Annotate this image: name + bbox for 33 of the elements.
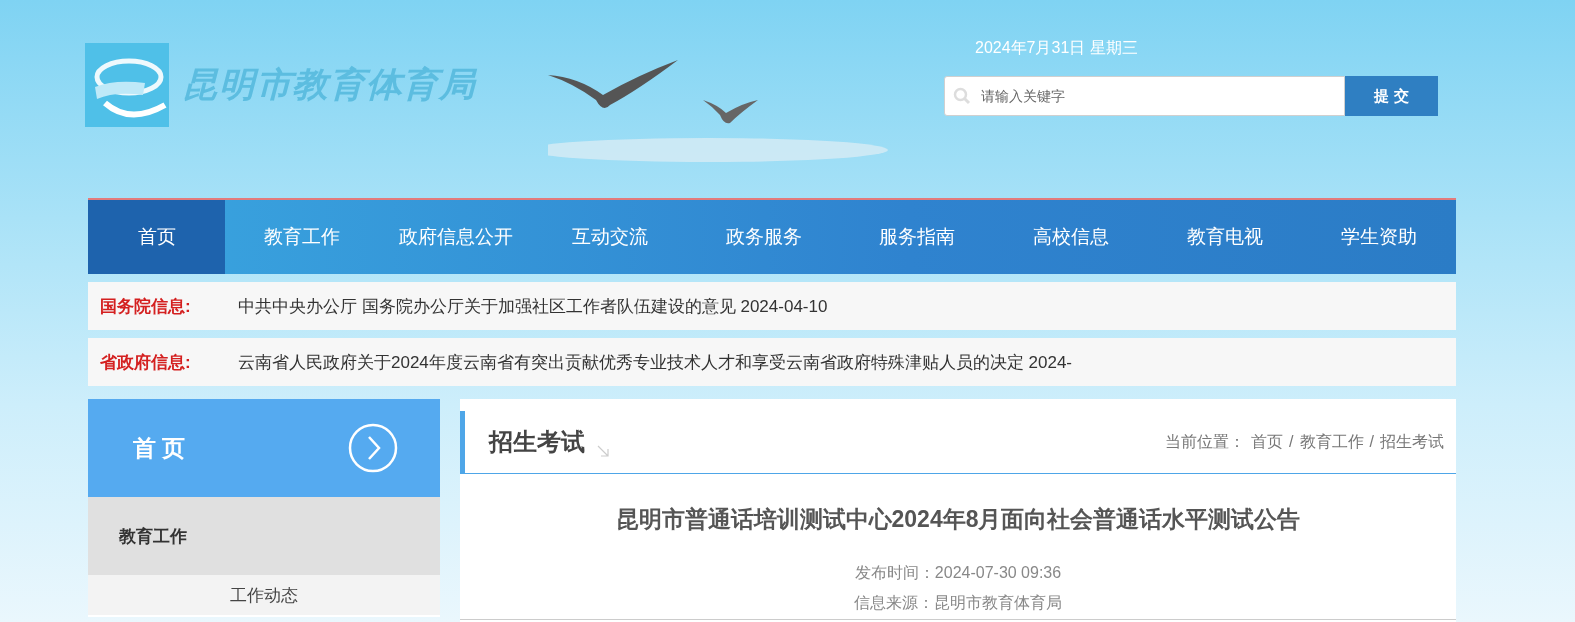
article-meta: 信息来源：昆明市教育体育局 [853,593,1063,613]
nav-tab[interactable]: 首页 [88,200,225,274]
article-title: 昆明市普通话培训测试中心2024年8月面向社会普通话水平测试公告 [614,505,1302,534]
date-text: 2024年7月31日 星期三 [975,38,1138,58]
sidebar-section: 教育工作 [88,497,440,575]
search-field[interactable]: 请输入关键字 [944,76,1345,116]
nav-tab[interactable]: 互动交流 [532,200,687,274]
nav-tab[interactable]: 高校信息 [994,200,1149,274]
breadcrumb-separator: / [1369,433,1374,451]
breadcrumb-separator: / [1289,433,1294,451]
notice-link[interactable]: 云南省人民政府关于2024年度云南省有突出贡献优秀专业技术人才和享受云南省政府特殊津贴人员的决定 2024- [238,350,1073,374]
breadcrumb-label: 当前位置： [1165,431,1246,452]
nav-tab[interactable]: 政务服务 [686,200,841,274]
nav-tab[interactable]: 服务指南 [840,200,995,274]
notice-label: 省政府信息: [100,351,192,374]
nav-tab[interactable]: 教育电视 [1148,200,1303,274]
chevron-circle-icon[interactable] [348,423,398,473]
breadcrumb-link[interactable]: 教育工作 [1299,431,1364,453]
sidebar-title: 首 页 [133,433,186,463]
category-title: 招生考试 [489,427,585,457]
corner-arrow-icon [597,445,609,457]
search-icon [953,87,971,105]
nav-tab[interactable]: 政府信息公开 [378,200,533,274]
nav-tab[interactable]: 学生资助 [1302,200,1456,274]
breadcrumb-link[interactable]: 首页 [1251,431,1284,453]
sidebar-item[interactable]: 工作动态 [88,575,440,617]
notice-link[interactable]: 中共中央办公厅 国务院办公厅关于加强社区工作者队伍建设的意见 2024-04-10 [238,294,828,318]
breadcrumb-link[interactable]: 招生考试 [1380,431,1444,453]
nav-tab[interactable]: 教育工作 [225,200,379,274]
article-meta: 发布时间：2024-07-30 09:36 [853,563,1063,583]
logo-icon [85,43,169,127]
submit-button[interactable]: 提 交 [1345,76,1438,116]
notice-label: 国务院信息: [100,295,192,318]
